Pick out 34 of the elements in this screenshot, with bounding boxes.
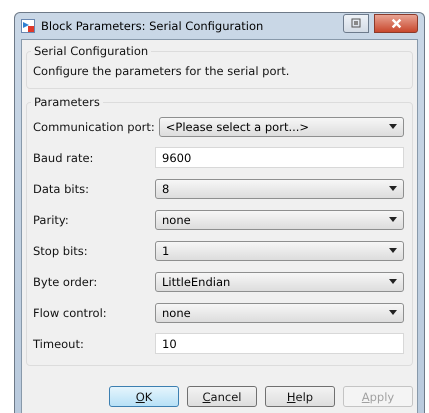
group-title: Parameters bbox=[33, 95, 101, 109]
field-label: Data bits: bbox=[33, 182, 90, 196]
field-label: Stop bits: bbox=[33, 244, 89, 258]
restore-button[interactable] bbox=[343, 14, 369, 32]
dropdown[interactable]: <Please select a port...> bbox=[158, 116, 404, 136]
dropdown[interactable]: none bbox=[155, 210, 404, 230]
field-label: Byte order: bbox=[33, 274, 98, 288]
dropdown[interactable]: LittleEndian bbox=[155, 272, 404, 292]
caret-icon bbox=[389, 310, 397, 315]
caret-icon bbox=[389, 186, 397, 191]
dropdown[interactable]: 1 bbox=[155, 240, 404, 260]
close-button[interactable] bbox=[374, 14, 418, 32]
window-title: Block Parameters: Serial Configuration bbox=[41, 19, 264, 33]
field-label: Baud rate: bbox=[33, 150, 94, 164]
dialog-button[interactable]: Cancel bbox=[187, 386, 257, 407]
caret-icon bbox=[389, 124, 397, 129]
dialog-button[interactable]: Help bbox=[265, 386, 335, 407]
input-field[interactable]: 10 bbox=[155, 333, 404, 354]
field-label: Parity: bbox=[33, 212, 70, 226]
dialog-button[interactable]: OK bbox=[109, 386, 179, 407]
input-field[interactable]: 9600 bbox=[155, 147, 404, 168]
dropdown[interactable]: none bbox=[155, 302, 404, 322]
dropdown[interactable]: 8 bbox=[155, 178, 404, 198]
field-label: Communication port: bbox=[33, 120, 155, 134]
caret-icon bbox=[389, 279, 397, 284]
restore-icon bbox=[351, 18, 361, 28]
caret-icon bbox=[389, 217, 397, 222]
app-icon bbox=[21, 19, 35, 33]
field-label: Flow control: bbox=[33, 306, 108, 320]
caret-icon bbox=[389, 248, 397, 253]
description-text: Configure the parameters for the serial port. bbox=[33, 64, 290, 78]
field-label: Timeout: bbox=[33, 336, 85, 350]
close-icon bbox=[390, 18, 402, 28]
group-title: Serial Configuration bbox=[33, 44, 150, 58]
